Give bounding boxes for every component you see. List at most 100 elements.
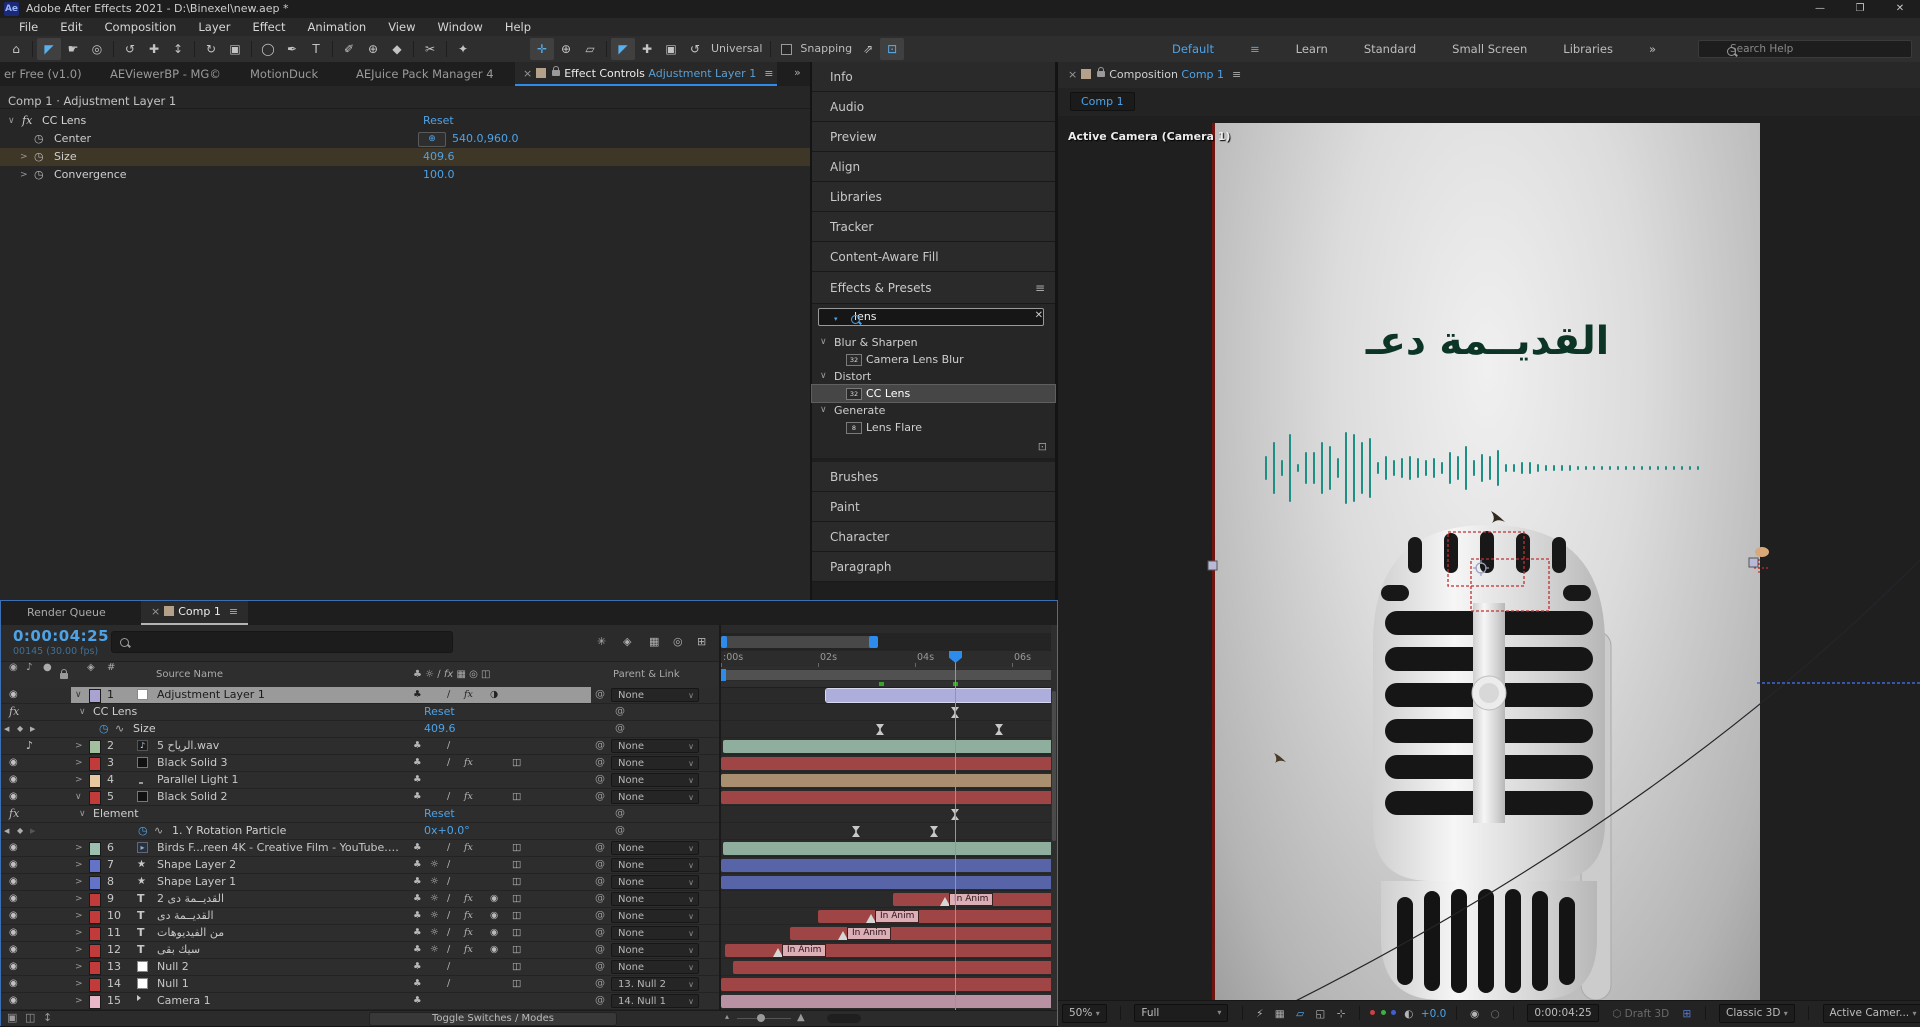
eye-icon[interactable]: ◉ xyxy=(9,993,18,1009)
eye-icon[interactable]: ◉ xyxy=(9,908,18,924)
layer-name[interactable]: Black Solid 2 xyxy=(157,789,228,805)
frame-blend-icon[interactable]: ▦ xyxy=(649,635,659,648)
tab-er-free-v1-0-[interactable]: er Free (v1.0) xyxy=(4,62,82,86)
workspace-menu-icon[interactable]: ≡ xyxy=(1250,36,1260,62)
layer-row[interactable]: ◉>6▸Birds F...reen 4K - Creative Film - … xyxy=(1,840,719,857)
menu-composition[interactable]: Composition xyxy=(94,20,188,34)
stopwatch-icon[interactable]: ◷ xyxy=(138,823,148,839)
property-row[interactable]: ◀◆▶◷∿1. Y Rotation Particle0x+0.0°@ xyxy=(1,823,719,840)
layer-name[interactable]: القديــمة دى 2 xyxy=(157,891,224,907)
layer-name[interactable]: سيك بقى xyxy=(157,942,200,958)
parent-select[interactable]: None∨ xyxy=(611,739,699,753)
switch-quality-icon[interactable]: ♣ xyxy=(413,908,422,924)
graph-row[interactable] xyxy=(721,772,1053,789)
layer-row[interactable]: ◉∨5Black Solid 2♣∕fx◫@None∨ xyxy=(1,789,719,806)
graph-icon[interactable]: ∿ xyxy=(154,823,163,839)
eye-icon[interactable]: ◉ xyxy=(9,925,18,941)
keyframe-icon[interactable] xyxy=(995,724,1003,735)
layer-duration-bar[interactable] xyxy=(721,757,1053,770)
switch-cube-icon[interactable]: ◫ xyxy=(512,908,521,924)
switch-fx-icon[interactable]: fx xyxy=(464,891,473,907)
layer-marker-label[interactable]: In Anim xyxy=(875,910,919,923)
timeline-vscroll-thumb[interactable] xyxy=(1052,691,1056,841)
comp-canvas[interactable]: القديــمة دعـ xyxy=(1212,123,1760,1000)
switch-quality-icon[interactable]: ♣ xyxy=(413,993,422,1009)
layer-name[interactable]: Shape Layer 1 xyxy=(157,874,236,890)
param-value[interactable]: 409.6 xyxy=(423,148,455,166)
toggle-switches-modes-button[interactable]: Toggle Switches / Modes xyxy=(369,1012,617,1026)
panel-tab-align[interactable]: Align xyxy=(812,152,1055,182)
pickwhip-icon[interactable]: @ xyxy=(595,942,605,958)
switch-fx-icon[interactable]: fx xyxy=(464,755,473,771)
exposure-value[interactable]: +0.0 xyxy=(1421,1008,1447,1020)
switch-draft-icon[interactable]: ∕ xyxy=(447,891,450,907)
graph-row[interactable] xyxy=(721,806,1053,823)
effect-item-camera-lens-blur[interactable]: 32Camera Lens Blur xyxy=(812,351,1055,368)
crop-icon[interactable]: ⊹ xyxy=(1337,1001,1346,1027)
stopwatch-icon[interactable]: ◷ xyxy=(34,166,44,184)
selection-gizmo-icon[interactable]: ◤ xyxy=(611,38,635,60)
pickwhip-icon[interactable]: @ xyxy=(595,891,605,907)
param-row-center[interactable]: ◷Center⊕540.0,960.0 xyxy=(0,130,810,148)
pan-behind-tool-icon[interactable]: ▣ xyxy=(223,38,247,60)
layer-color-swatch[interactable] xyxy=(89,876,101,890)
eye-icon[interactable]: ◉ xyxy=(9,687,18,703)
show-snapshot-icon[interactable]: ○ xyxy=(1491,1001,1500,1027)
switch-fx-icon[interactable]: fx xyxy=(464,908,473,924)
stopwatch-icon[interactable]: ◷ xyxy=(34,148,44,166)
parent-select[interactable]: None∨ xyxy=(611,875,699,889)
switch-draft-icon[interactable]: ∕ xyxy=(447,976,450,992)
switch-cube-icon[interactable]: ◫ xyxy=(512,755,521,771)
eye-icon[interactable]: ◉ xyxy=(9,840,18,856)
audio-on-icon[interactable]: ♪ xyxy=(26,738,33,754)
mask-visibility-icon[interactable]: ◱ xyxy=(1315,1001,1325,1027)
switch-quality-icon[interactable]: ♣ xyxy=(413,976,422,992)
timeline-zoom-knob[interactable] xyxy=(757,1014,765,1022)
keyframe-icon[interactable] xyxy=(930,826,938,837)
channel-blue-icon[interactable] xyxy=(1391,1010,1396,1015)
layer-name[interactable]: Black Solid 3 xyxy=(157,755,228,771)
channel-red-icon[interactable] xyxy=(1370,1010,1375,1015)
property-value[interactable]: 409.6 xyxy=(424,721,456,737)
switch-quality-icon[interactable]: ♣ xyxy=(413,755,422,771)
local-axis-icon[interactable]: ✛ xyxy=(530,38,554,60)
timeline-scroll-pill[interactable] xyxy=(827,1014,861,1023)
orbit-camera-tool-icon[interactable]: ↺ xyxy=(118,38,142,60)
graph-row[interactable]: In Anim xyxy=(721,942,1053,959)
layer-duration-bar[interactable] xyxy=(721,978,1053,991)
kf-prev-icon[interactable]: ◀ xyxy=(4,721,9,737)
workspace-small-screen[interactable]: Small Screen xyxy=(1452,36,1527,62)
tab-effect-controls[interactable]: ×Effect Controls Adjustment Layer 1≡ xyxy=(515,62,777,86)
snap-options-icon[interactable]: ⇗ xyxy=(856,38,880,60)
rotation-gizmo-icon[interactable]: ↺ xyxy=(683,38,707,60)
eye-icon[interactable]: ◉ xyxy=(9,857,18,873)
layer-row[interactable]: ◉>12Tسيك بقى♣☼∕fx◉◫@None∨ xyxy=(1,942,719,959)
switch-mblur-icon[interactable]: ◉ xyxy=(490,908,498,924)
preview-timecode[interactable]: 0:00:04:25 xyxy=(1527,1004,1598,1022)
layer-name[interactable]: Camera 1 xyxy=(157,993,211,1009)
expand-inout-icon[interactable]: ↕ xyxy=(43,1011,52,1024)
parent-select[interactable]: None∨ xyxy=(611,790,699,804)
expand-transfer-icon[interactable]: ◫ xyxy=(25,1011,35,1024)
panel-tab-audio[interactable]: Audio xyxy=(812,92,1055,122)
layer-color-swatch[interactable] xyxy=(89,689,101,703)
parent-select[interactable]: None∨ xyxy=(611,688,699,702)
keyframe-icon[interactable] xyxy=(852,826,860,837)
switch-sun-icon[interactable]: ☼ xyxy=(430,857,439,873)
layer-row[interactable]: ◉>4Parallel Light 1♣@None∨ xyxy=(1,772,719,789)
property-value[interactable]: 0x+0.0° xyxy=(424,823,470,839)
motion-blur-icon[interactable]: ◎ xyxy=(673,635,683,648)
expand-caret-icon[interactable]: > xyxy=(75,925,83,941)
layer-row[interactable]: ◉>15Camera 1♣@14. Null 1∨ xyxy=(1,993,719,1010)
parent-select[interactable]: 13. Null 2∨ xyxy=(611,977,699,991)
eraser-tool-icon[interactable]: ◆ xyxy=(385,38,409,60)
panel-tab-tracker[interactable]: Tracker xyxy=(812,212,1055,242)
switch-quality-icon[interactable]: ♣ xyxy=(413,857,422,873)
switch-quality-icon[interactable]: ♣ xyxy=(413,959,422,975)
expand-caret-icon[interactable]: > xyxy=(75,840,83,856)
pickwhip-icon[interactable]: @ xyxy=(595,687,605,703)
layer-row[interactable]: ◉>13Null 2♣∕◫@None∨ xyxy=(1,959,719,976)
pickwhip-icon[interactable]: @ xyxy=(595,993,605,1009)
layer-duration-bar[interactable] xyxy=(733,961,1053,974)
layer-color-swatch[interactable] xyxy=(89,995,101,1009)
